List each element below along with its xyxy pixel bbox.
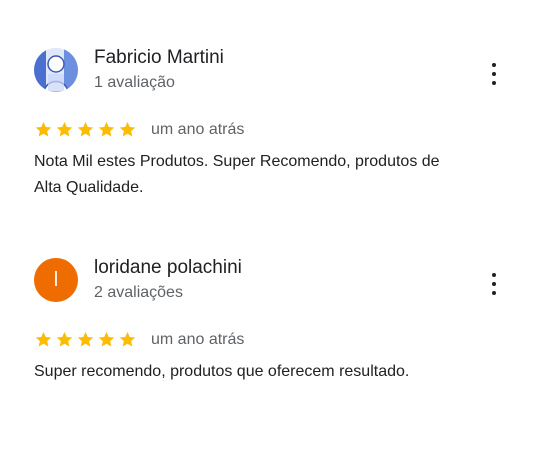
star-icon (118, 120, 137, 139)
avatar[interactable] (34, 48, 78, 92)
star-icon (34, 120, 53, 139)
star-icon (55, 330, 74, 349)
review-date: um ano atrás (151, 330, 245, 348)
star-icon (76, 330, 95, 349)
star-icon (34, 330, 53, 349)
rating-row: um ano atrás (34, 120, 244, 139)
review-count: 1 avaliação (94, 74, 175, 91)
author-name[interactable]: Fabricio Martini (94, 47, 224, 69)
review-card: l loridane polachini 2 avaliações um ano… (0, 230, 541, 457)
kebab-dot (492, 72, 496, 76)
kebab-dot (492, 291, 496, 295)
kebab-dot (492, 282, 496, 286)
review-count: 2 avaliações (94, 284, 183, 301)
more-options-button[interactable] (484, 273, 504, 295)
star-icon (97, 120, 116, 139)
user-photo-icon (34, 48, 78, 92)
star-rating (34, 330, 139, 349)
author-name[interactable]: loridane polachini (94, 257, 242, 279)
kebab-dot (492, 273, 496, 277)
avatar-letter: l (53, 268, 59, 291)
review-text: Super recomendo, produtos que oferecem r… (34, 363, 410, 380)
review-card: Fabricio Martini 1 avaliação um ano atrá… (0, 0, 541, 230)
more-options-button[interactable] (484, 63, 504, 85)
rating-row: um ano atrás (34, 330, 244, 349)
star-icon (76, 120, 95, 139)
kebab-dot (492, 81, 496, 85)
review-text: Nota Mil estes Produtos. Super Recomendo… (34, 153, 440, 196)
star-icon (55, 120, 74, 139)
avatar[interactable]: l (34, 258, 78, 302)
star-icon (97, 330, 116, 349)
star-rating (34, 120, 139, 139)
review-date: um ano atrás (151, 120, 245, 138)
kebab-dot (492, 63, 496, 67)
star-icon (118, 330, 137, 349)
